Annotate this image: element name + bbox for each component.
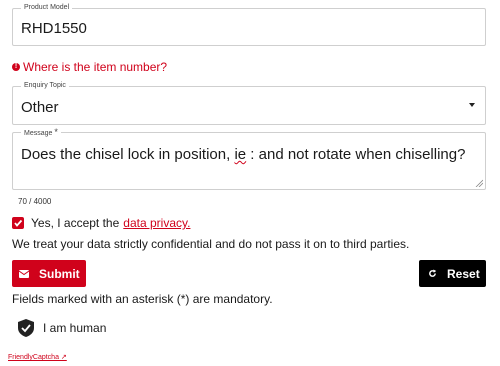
enquiry-topic-value: Other xyxy=(21,99,59,116)
privacy-prefix: Yes, I accept the xyxy=(31,216,120,230)
character-counter: 70 / 4000 xyxy=(18,197,52,206)
message-value[interactable]: Does the chisel lock in position, ie : a… xyxy=(21,146,465,163)
enquiry-topic-select[interactable]: Enquiry Topic Other xyxy=(12,81,486,125)
privacy-checkbox[interactable] xyxy=(12,217,24,229)
friendlycaptcha-link[interactable]: FriendlyCaptcha ↗ xyxy=(8,353,67,361)
reset-label: Reset xyxy=(447,266,480,281)
message-label: Message * xyxy=(21,127,61,139)
submit-button[interactable]: Submit xyxy=(12,260,86,287)
error-circle-icon: ! xyxy=(12,63,20,71)
captcha-label: I am human xyxy=(43,321,107,335)
mandatory-notice: Fields marked with an asterisk (*) are m… xyxy=(12,292,273,306)
reset-icon xyxy=(428,269,437,278)
resize-handle-icon[interactable] xyxy=(475,179,483,187)
captcha-widget[interactable]: I am human xyxy=(18,319,106,337)
enquiry-topic-label: Enquiry Topic xyxy=(21,81,69,91)
reset-button[interactable]: Reset xyxy=(419,260,486,287)
product-model-label: Product Model xyxy=(21,3,73,13)
required-asterisk: * xyxy=(54,127,58,137)
data-privacy-link[interactable]: data privacy. xyxy=(123,216,190,230)
envelope-icon xyxy=(19,269,29,278)
submit-label: Submit xyxy=(39,266,80,281)
dropdown-caret-icon[interactable] xyxy=(469,103,475,107)
checkmark-icon xyxy=(14,219,23,227)
spellcheck-flagged-word: ie xyxy=(234,146,247,163)
message-textarea[interactable]: Message * Does the chisel lock in positi… xyxy=(12,127,486,190)
product-model-value[interactable]: RHD1550 xyxy=(21,20,87,37)
product-model-error: ! Where is the item number? xyxy=(12,60,167,74)
confidential-notice: We treat your data strictly confidential… xyxy=(12,237,410,251)
shield-check-icon xyxy=(18,319,34,337)
product-model-field[interactable]: Product Model RHD1550 xyxy=(12,3,486,46)
privacy-consent: Yes, I accept the data privacy. xyxy=(12,216,190,230)
error-text: Where is the item number? xyxy=(23,60,168,74)
